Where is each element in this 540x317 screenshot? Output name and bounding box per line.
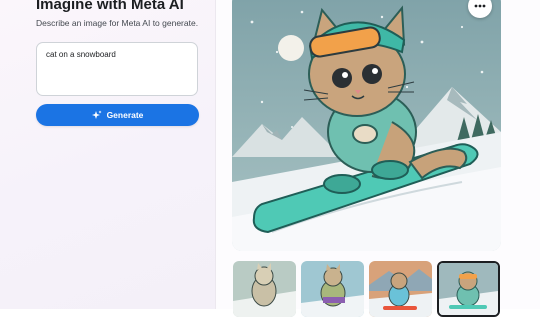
prompt-panel: Imagine with Meta AI Describe an image f…: [0, 0, 216, 309]
generate-button[interactable]: Generate: [36, 104, 199, 126]
more-options-icon: [474, 4, 486, 8]
prompt-input[interactable]: cat on a snowboard: [36, 42, 198, 96]
thumbnail-4-art: [439, 263, 498, 315]
page-subtitle: Describe an image for Meta AI to generat…: [36, 18, 199, 28]
generated-image[interactable]: [232, 0, 501, 251]
generate-button-label: Generate: [106, 110, 144, 120]
generated-image-art: [232, 0, 501, 251]
sparkle-icon: [91, 110, 102, 119]
page-title: Imagine with Meta AI: [36, 0, 184, 13]
